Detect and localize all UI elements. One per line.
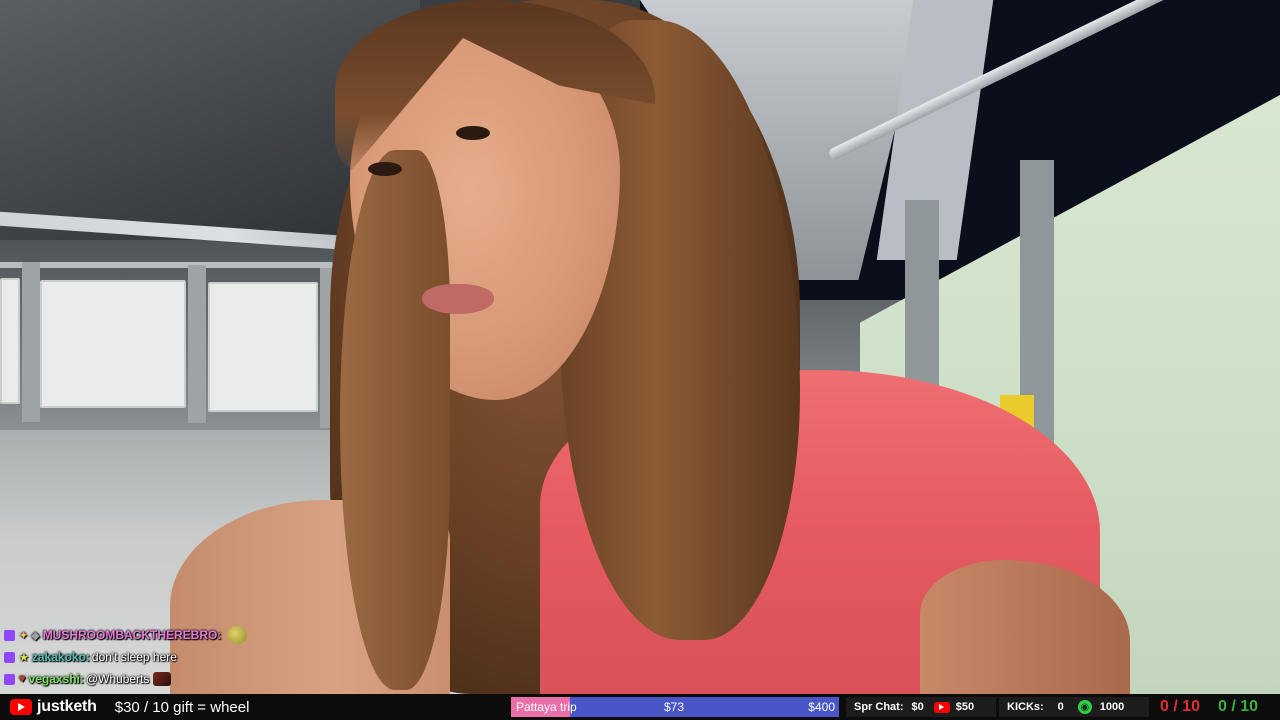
barrier-panel: [208, 282, 318, 412]
barrier-post: [188, 265, 206, 423]
sparkle-badge-icon: ✦: [19, 629, 29, 642]
superchat-stats: Spr Chat: $0 $50: [846, 697, 996, 717]
gift-goal-text: $30 / 10 gift = wheel: [114, 698, 250, 716]
youtube-icon: [10, 699, 32, 715]
chat-message: ★ zakakoko: don't sleep here: [4, 646, 304, 668]
chat-username[interactable]: vegaxshi:: [29, 672, 84, 686]
youtube-value: $50: [955, 701, 975, 713]
chat-message: ✦ ◆ MUSHROOMBACKTHEREBRO:: [4, 624, 304, 646]
kicks-label: KICKs:: [1007, 701, 1044, 713]
goal-target: $400: [808, 700, 835, 714]
twitch-icon: [4, 673, 15, 685]
chat-username[interactable]: zakakoko:: [32, 650, 90, 664]
chat-overlay: ✦ ◆ MUSHROOMBACKTHEREBRO: ★ zakakoko: do…: [4, 624, 304, 690]
chat-text: @Whuberts: [85, 672, 150, 686]
green-counter: 0 / 10: [1218, 698, 1259, 715]
barrier-panel: [40, 280, 186, 408]
stream-video: [0, 0, 1280, 694]
person-eye: [368, 162, 402, 176]
star-badge-icon: ★: [19, 651, 29, 664]
chat-username[interactable]: MUSHROOMBACKTHEREBRO:: [43, 628, 222, 642]
person-eye: [456, 126, 490, 140]
twitch-icon: [4, 651, 15, 663]
goal-current: $73: [664, 700, 685, 714]
person-lips: [422, 284, 494, 314]
barrier-post: [22, 262, 40, 422]
chat-message: ♥ vegaxshi: @Whuberts: [4, 668, 304, 690]
goal-label: Pattaya trip: [516, 700, 577, 714]
channel-name: justketh: [37, 698, 97, 715]
kick-icon: ◉: [1077, 700, 1092, 714]
red-counter: 0 / 10: [1160, 698, 1201, 715]
youtube-icon: [933, 701, 950, 713]
kick-goal: 1000: [1099, 701, 1125, 713]
kicks-value: 0: [1057, 701, 1064, 713]
chat-text: don't sleep here: [91, 650, 177, 664]
superchat-label: Spr Chat:: [854, 701, 904, 713]
person-hair: [340, 150, 450, 690]
kick-stats: KICKs: 0 ◉ 1000: [999, 697, 1149, 717]
yellow-face-emote-icon: [227, 626, 248, 644]
donation-goal-bar: Pattaya trip $73 $400: [511, 697, 839, 717]
stone-badge-icon: ◆: [31, 629, 40, 642]
twitch-icon: [4, 629, 15, 641]
superchat-value: $0: [911, 701, 924, 713]
pixel-emote-icon: [153, 672, 172, 686]
heart-badge-icon: ♥: [19, 673, 26, 685]
barrier-panel: [0, 278, 20, 404]
